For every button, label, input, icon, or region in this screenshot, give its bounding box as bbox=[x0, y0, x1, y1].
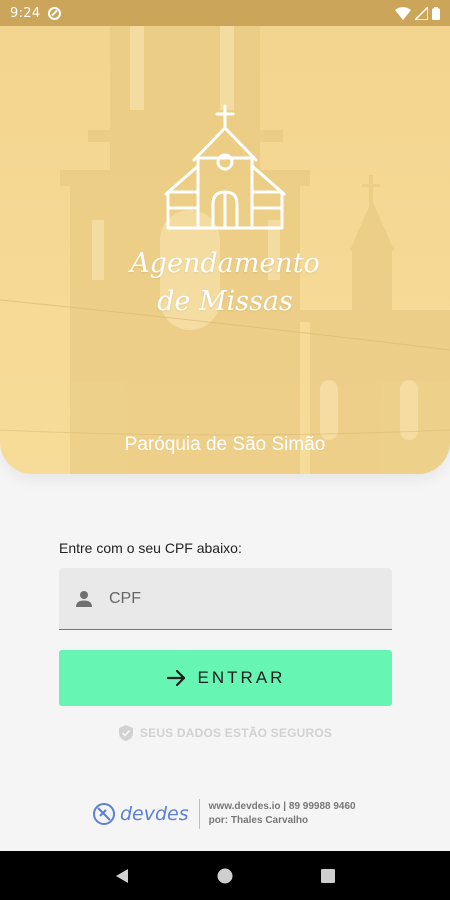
church-background-image bbox=[0, 0, 450, 474]
app-title-line-1: Agendamento bbox=[130, 248, 320, 279]
parish-name: Paróquia de São Simão bbox=[124, 434, 326, 455]
arrow-right-icon bbox=[166, 669, 185, 687]
status-time: 9:24 bbox=[10, 5, 41, 21]
hero-banner: Agendamento de Missas Paróquia de São Si… bbox=[0, 0, 450, 474]
dnd-icon bbox=[48, 6, 62, 20]
app-title-line-2: de Missas bbox=[157, 286, 293, 317]
church-icon bbox=[164, 104, 286, 230]
cpf-input[interactable] bbox=[109, 589, 349, 608]
devdes-brand[interactable]: devdes bbox=[92, 802, 189, 826]
footer-author: por: Thales Carvalho bbox=[208, 815, 309, 826]
enter-button-label: ENTRAR bbox=[197, 668, 286, 687]
footer: devdes www.devdes.io | 89 99988 9460 por… bbox=[92, 796, 356, 832]
brand-name: devdes bbox=[120, 803, 189, 825]
recents-button[interactable] bbox=[308, 856, 348, 896]
footer-contact: www.devdes.io | 89 99988 9460 bbox=[208, 801, 356, 812]
enter-button[interactable]: ENTRAR bbox=[59, 650, 392, 706]
wifi-icon bbox=[395, 6, 411, 20]
back-button[interactable] bbox=[102, 856, 142, 896]
cpf-prompt-label: Entre com o seu CPF abaixo: bbox=[59, 540, 242, 556]
cpf-field[interactable] bbox=[59, 568, 392, 630]
devdes-logo-icon bbox=[93, 803, 115, 825]
home-icon bbox=[217, 868, 233, 883]
home-button[interactable] bbox=[205, 856, 245, 896]
shield-check-icon bbox=[118, 725, 133, 741]
system-nav-bar bbox=[0, 851, 450, 900]
status-bar: 9:24 bbox=[0, 0, 450, 26]
person-icon bbox=[76, 590, 92, 607]
recents-icon bbox=[321, 868, 336, 883]
security-notice: SEUS DADOS ESTÃO SEGUROS bbox=[0, 724, 450, 742]
login-screen: Agendamento de Missas Paróquia de São Si… bbox=[0, 0, 450, 900]
footer-divider bbox=[198, 799, 200, 829]
security-notice-text: SEUS DADOS ESTÃO SEGUROS bbox=[139, 726, 333, 740]
signal-icon bbox=[415, 6, 428, 20]
battery-icon bbox=[432, 6, 440, 20]
back-icon bbox=[115, 868, 128, 883]
footer-info: www.devdes.io | 89 99988 9460 por: Thale… bbox=[209, 800, 356, 828]
